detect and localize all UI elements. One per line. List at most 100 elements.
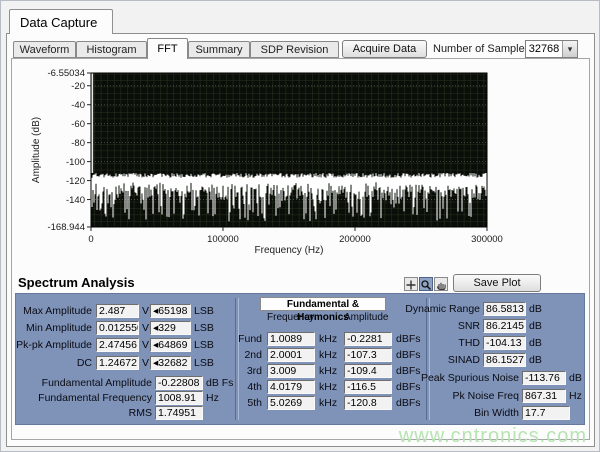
harmonic-amp-field[interactable]: -116.5 [344,380,392,394]
field-label: RMS [26,406,152,420]
acquire-data-button[interactable]: Acquire Data [342,40,427,58]
x-axis-label: Frequency (Hz) [255,245,324,256]
svg-text:-100: -100 [66,157,85,168]
tab-fft[interactable]: FFT [147,38,188,59]
field-label: Bin Width [409,406,519,420]
svg-text:-6.55034: -6.55034 [47,68,85,79]
unit-label: V [142,321,149,335]
harmonic-row-name: 4th [222,380,262,394]
unit-label: LSB [194,356,214,370]
number-of-samples-label: Number of Samples [433,43,530,55]
harmonic-row-name: 2nd [222,348,262,362]
fundamental-amplitude-field[interactable]: -0.22808 [155,376,203,390]
field-label: THD [370,336,480,350]
fundamental-frequency-field[interactable]: 1008.91 [155,391,203,405]
pk-noise-freq-field[interactable]: 867.31 [522,389,566,403]
samples-dropdown[interactable]: 32768 ▾ [525,40,578,58]
harmonic-row-name: Fund [222,332,262,346]
harmonic-freq-field[interactable]: 1.0089 [267,332,315,346]
pkpk-amplitude-v-field[interactable]: 2.47456 [96,338,139,352]
harmonic-row-name: 3rd [222,364,262,378]
fft-chart: -6.55034 -20 -40 -60 -80 -100 -120 -140 -168.944… [15,61,515,261]
thd-field[interactable]: -104.13 [483,336,526,350]
harmonic-amp-field[interactable]: -120.8 [344,396,392,410]
field-label: Pk Noise Freq [409,389,519,403]
svg-text:-80: -80 [71,138,85,149]
field-label: Pk-pk Amplitude [16,338,92,352]
svg-text:-140: -140 [66,195,85,206]
harmonic-freq-field[interactable]: 2.0001 [267,348,315,362]
watermark-text: www.cntronics.com [301,425,587,448]
unit-label: V [142,338,149,352]
unit-label: dB [569,371,582,385]
tab-waveform[interactable]: Waveform [13,41,76,58]
harmonics-col-frequency: Frequency [267,312,314,323]
unit-label: dB [529,353,542,367]
tab-sdp-revision[interactable]: SDP Revision [250,41,339,58]
max-amplitude-v-field[interactable]: 2.487 [96,304,139,318]
field-label: Dynamic Range [370,302,480,316]
unit-label: dB [529,319,542,333]
unit-label: kHz [319,332,337,346]
pkpk-amplitude-lsb-field[interactable]: ◂64869 [150,338,191,352]
window-tab-data-capture[interactable]: Data Capture [9,9,113,34]
zoom-tool-button[interactable] [419,277,433,291]
samples-value: 32768 [526,41,562,57]
pan-tool-button[interactable] [434,277,448,291]
field-label: SNR [370,319,480,333]
rms-field[interactable]: 1.74951 [155,406,203,420]
field-label: Fundamental Amplitude [26,376,152,390]
min-amplitude-v-field[interactable]: 0.012550· [96,321,139,335]
crosshair-tool-button[interactable] [404,277,418,291]
y-axis-ticks: -6.55034 -20 -40 -60 -80 -100 -120 -140 -168.944 [47,68,91,233]
unit-label: dB [529,302,542,316]
dynamic-range-field[interactable]: 86.5813 [483,302,526,316]
svg-text:-40: -40 [71,100,85,111]
snr-field[interactable]: 86.2145 [483,319,526,333]
unit-label: Hz [206,391,219,405]
unit-label: kHz [319,396,337,410]
unit-label: kHz [319,380,337,394]
svg-text:0: 0 [88,234,93,245]
min-amplitude-lsb-field[interactable]: ◂329 [150,321,191,335]
harmonic-freq-field[interactable]: 3.009 [267,364,315,378]
field-label: SINAD [370,353,480,367]
unit-label: V [142,304,149,318]
y-axis-label: Amplitude (dB) [31,117,42,183]
tab-histogram[interactable]: Histogram [76,41,147,58]
dc-lsb-field[interactable]: ◂32682 [150,356,191,370]
field-label: Max Amplitude [16,304,92,318]
peak-spurious-noise-field[interactable]: -113.76 [522,371,566,385]
spectrum-analysis-panel: Max Amplitude 2.487 V ◂65198 LSB Min Amp… [15,293,585,425]
svg-text:100000: 100000 [207,234,239,245]
svg-text:-168.944: -168.944 [47,222,85,233]
x-axis-ticks: 0100000200000300000 [88,227,503,245]
tab-summary[interactable]: Summary [188,41,250,58]
svg-text:300000: 300000 [471,234,503,245]
max-amplitude-lsb-field[interactable]: ◂65198 [150,304,191,318]
field-label: Fundamental Frequency [26,391,152,405]
unit-label: V [142,356,149,370]
svg-text:-120: -120 [66,176,85,187]
spectrum-analysis-heading: Spectrum Analysis [18,275,135,290]
unit-label: kHz [319,348,337,362]
unit-label: LSB [194,338,214,352]
unit-label: LSB [194,304,214,318]
harmonic-freq-field[interactable]: 5.0269 [267,396,315,410]
harmonic-freq-field[interactable]: 4.0179 [267,380,315,394]
unit-label: Hz [569,389,582,403]
unit-label: LSB [194,321,214,335]
dc-v-field[interactable]: 1.24672 [96,356,139,370]
save-plot-button[interactable]: Save Plot [453,274,541,292]
field-label: Min Amplitude [16,321,92,335]
harmonics-group-title: Fundamental & Harmonics [260,297,386,311]
svg-text:-20: -20 [71,81,85,92]
bin-width-field[interactable]: 17.7 [522,406,570,420]
svg-text:-60: -60 [71,119,85,130]
harmonic-row-name: 5th [222,396,262,410]
field-label: DC [16,356,92,370]
field-label: Peak Spurious Noise [409,371,519,385]
unit-label: kHz [319,364,337,378]
sinad-field[interactable]: 86.1527 [483,353,526,367]
dropdown-arrow-icon[interactable]: ▾ [562,41,577,57]
